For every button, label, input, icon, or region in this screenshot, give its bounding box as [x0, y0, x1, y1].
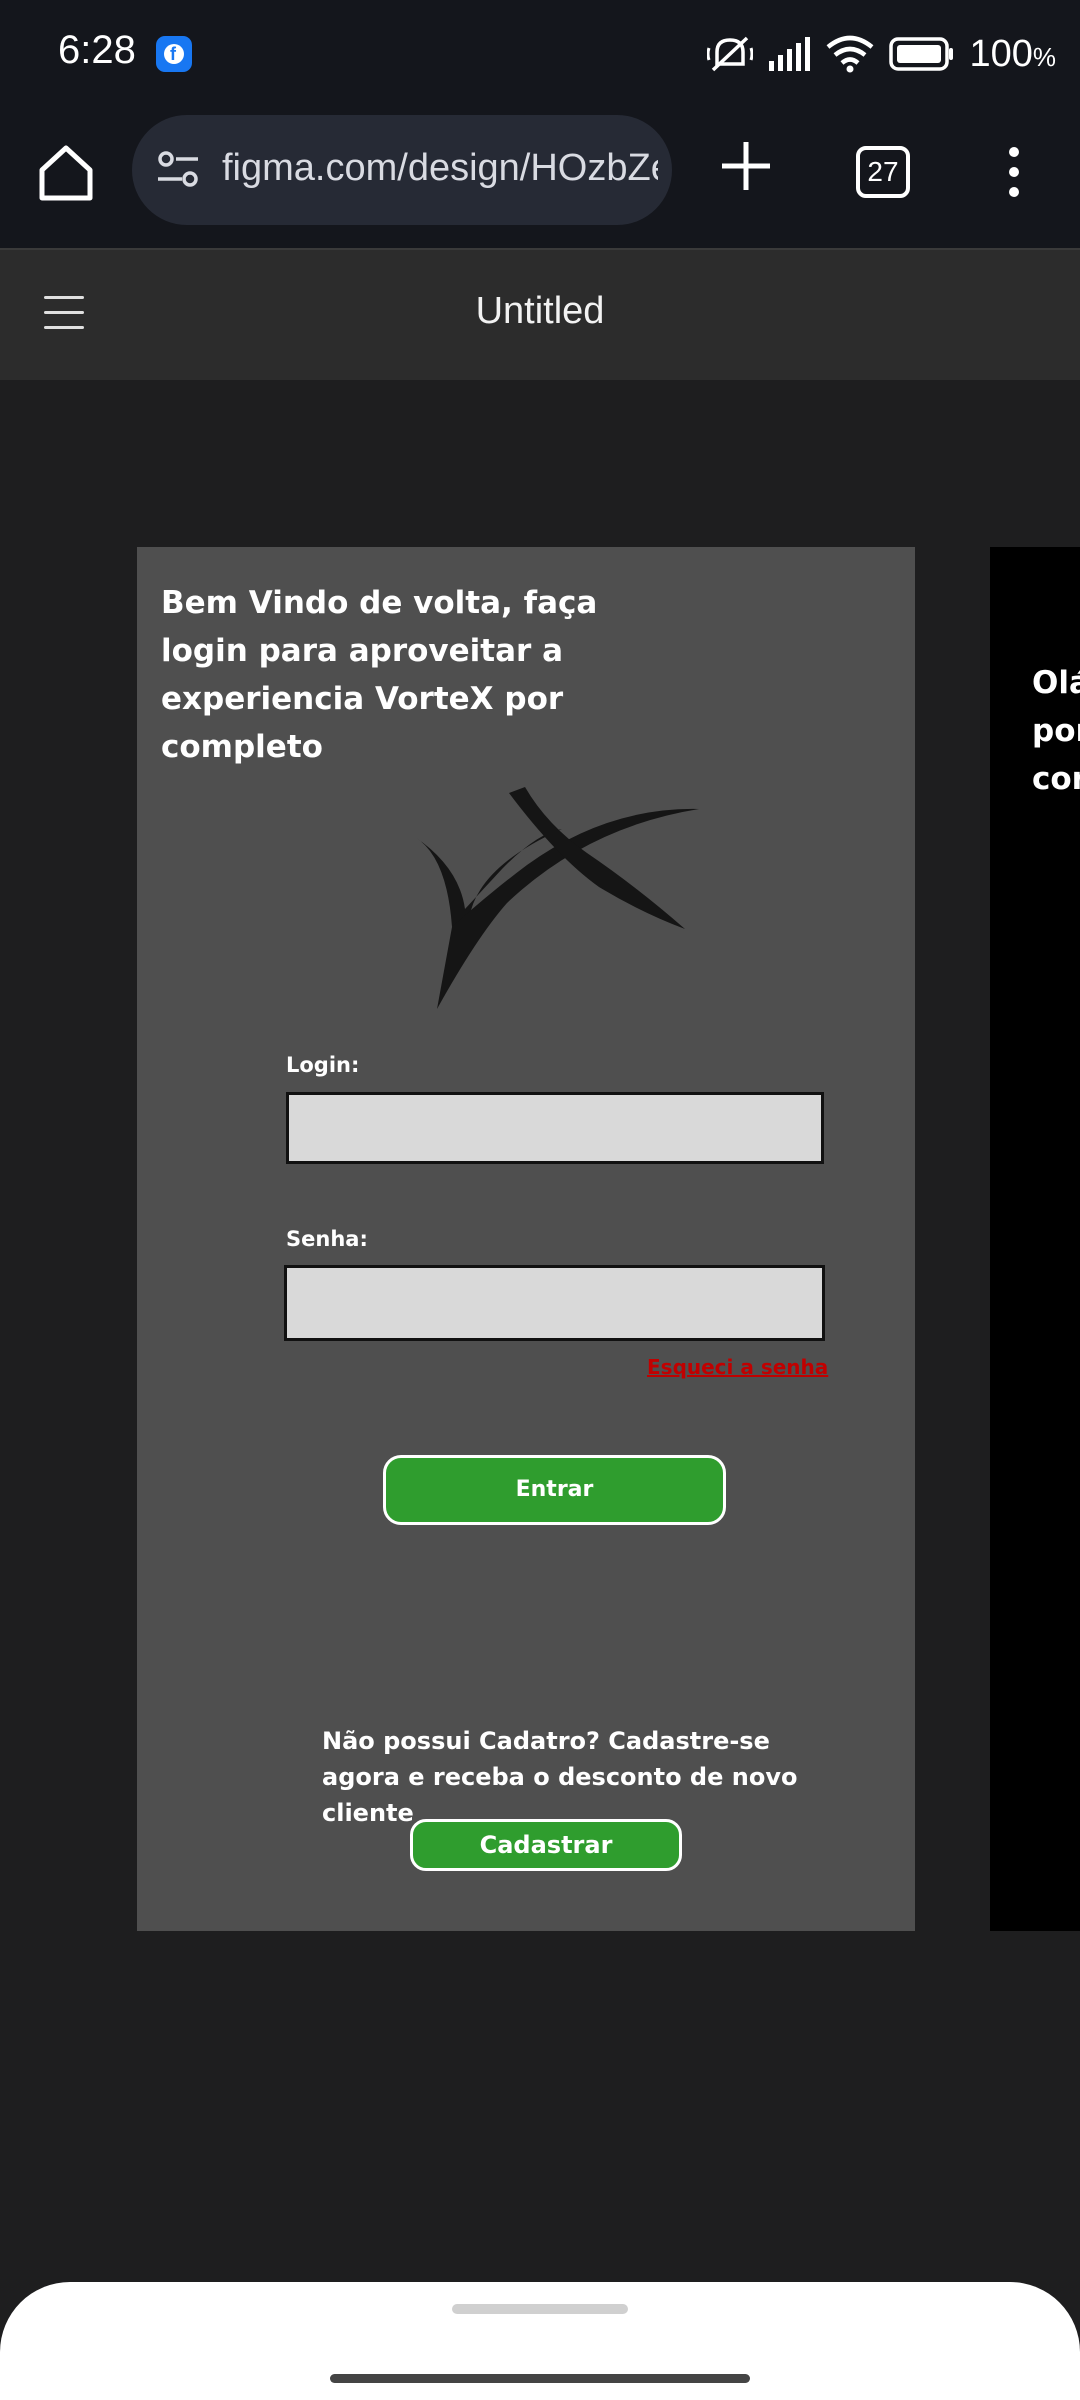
- figma-header: Untitled: [0, 248, 1080, 380]
- gesture-navigation-bar[interactable]: [330, 2374, 750, 2383]
- status-icons: 100%: [707, 26, 1056, 82]
- login-label: Login:: [286, 1053, 360, 1077]
- new-tab-icon[interactable]: [716, 136, 776, 196]
- welcome-heading: Bem Vindo de volta, faça login para apro…: [161, 585, 598, 765]
- document-title[interactable]: Untitled: [0, 290, 1080, 333]
- status-bar: 6:28 f 100%: [0, 0, 1080, 108]
- browser-toolbar: figma.com/design/HOzbZe 27: [0, 108, 1080, 248]
- more-menu-icon[interactable]: [994, 142, 1034, 202]
- sheet-drag-handle[interactable]: [452, 2304, 628, 2314]
- mute-icon: [707, 36, 754, 72]
- tabs-icon[interactable]: 27: [856, 146, 910, 198]
- status-time: 6:28: [58, 28, 136, 72]
- url-text[interactable]: figma.com/design/HOzbZe: [222, 147, 658, 190]
- enter-button[interactable]: Entrar: [383, 1455, 726, 1525]
- wifi-icon: [827, 35, 874, 73]
- login-field[interactable]: [286, 1092, 824, 1164]
- signup-prompt: Não possui Cadatro? Cadastre-se agora e …: [322, 1727, 798, 1827]
- forgot-password-link[interactable]: Esqueci a senha: [647, 1355, 828, 1379]
- address-bar[interactable]: figma.com/design/HOzbZe: [132, 115, 672, 225]
- site-settings-icon[interactable]: [154, 145, 204, 195]
- signal-icon: [769, 37, 811, 71]
- second-frame-text: Olá por cor: [1032, 665, 1080, 797]
- battery-icon: [889, 37, 954, 71]
- password-field[interactable]: [284, 1265, 825, 1341]
- signup-button[interactable]: Cadastrar: [410, 1819, 682, 1871]
- battery-level: 100%: [969, 32, 1056, 75]
- bottom-sheet[interactable]: [0, 2282, 1080, 2400]
- vortex-logo-icon: [415, 787, 699, 1009]
- facebook-icon: f: [156, 36, 192, 72]
- second-frame: Olá por cor: [990, 547, 1080, 1931]
- login-frame: Bem Vindo de volta, faça login para apro…: [137, 547, 915, 1931]
- password-label: Senha:: [286, 1227, 368, 1251]
- home-icon[interactable]: [30, 136, 102, 208]
